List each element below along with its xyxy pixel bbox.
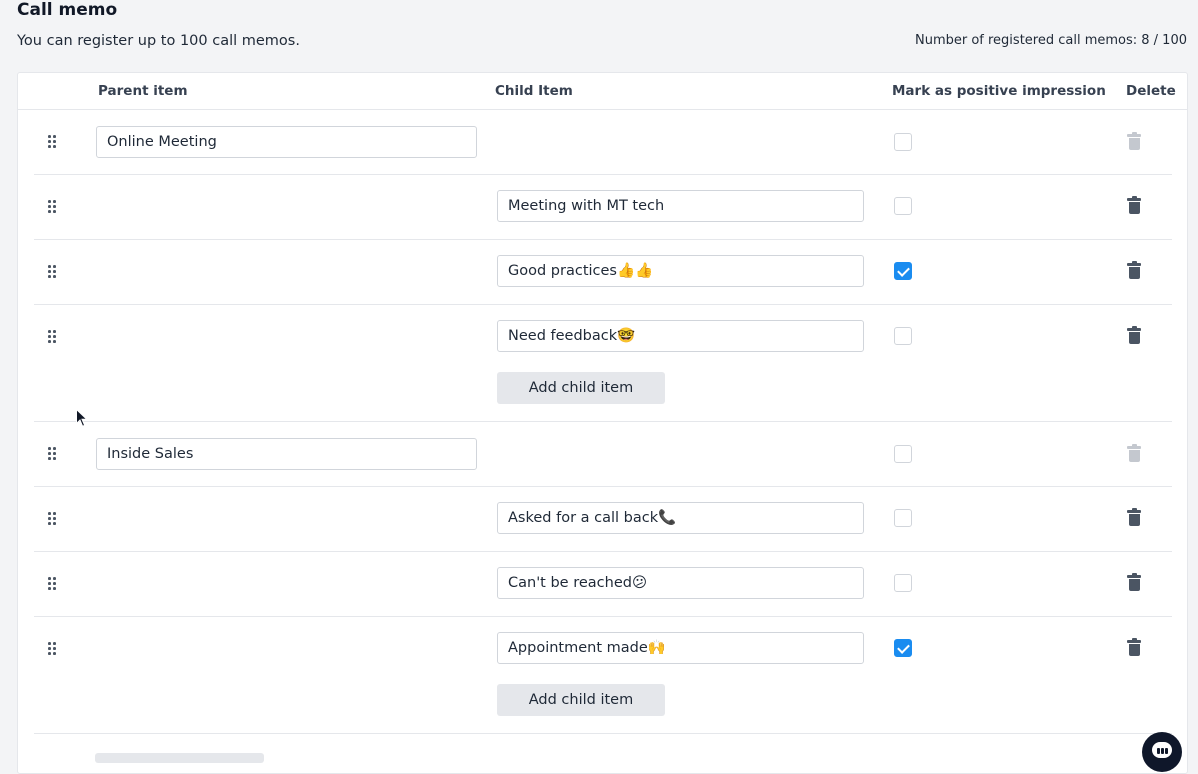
add-child-item-button[interactable]: Add child item [497, 372, 665, 404]
positive-impression-checkbox[interactable] [894, 327, 912, 345]
child-row: Can't be reached😕 [34, 552, 1172, 617]
add-parent-item-button[interactable] [95, 753, 264, 763]
drag-handle-icon[interactable] [48, 642, 58, 656]
positive-impression-checkbox[interactable] [894, 133, 912, 151]
trash-icon [1127, 132, 1141, 150]
trash-icon[interactable] [1127, 326, 1141, 344]
child-item-input[interactable]: Meeting with MT tech [497, 190, 864, 222]
positive-impression-checkbox[interactable] [894, 262, 912, 280]
chat-icon[interactable] [1142, 732, 1182, 772]
child-row: Meeting with MT tech [34, 175, 1172, 240]
positive-impression-checkbox[interactable] [894, 445, 912, 463]
header-parent-item: Parent item [98, 83, 188, 99]
parent-item-input[interactable]: Inside Sales [96, 438, 477, 470]
child-item-input[interactable]: Good practices👍👍 [497, 255, 864, 287]
header-child-item: Child Item [495, 83, 573, 99]
drag-handle-icon[interactable] [48, 447, 58, 461]
drag-handle-icon[interactable] [48, 135, 58, 149]
positive-impression-checkbox[interactable] [894, 197, 912, 215]
page-title: Call memo [17, 0, 118, 20]
call-memo-table: Parent item Child Item Mark as positive … [17, 72, 1188, 774]
child-row: Good practices👍👍 [34, 240, 1172, 305]
trash-icon[interactable] [1127, 261, 1141, 279]
child-row: Need feedback🤓 Add child item [34, 305, 1172, 422]
header-positive-impression: Mark as positive impression [892, 83, 1106, 99]
header-delete: Delete [1126, 83, 1176, 99]
drag-handle-icon[interactable] [48, 512, 58, 526]
memo-count: Number of registered call memos: 8 / 100 [914, 33, 1187, 48]
drag-handle-icon[interactable] [48, 330, 58, 344]
parent-row: Inside Sales [34, 422, 1172, 487]
drag-handle-icon[interactable] [48, 577, 58, 591]
drag-handle-icon[interactable] [48, 200, 58, 214]
child-item-input[interactable]: Can't be reached😕 [497, 567, 864, 599]
page-subtitle: You can register up to 100 call memos. [17, 33, 300, 49]
positive-impression-checkbox[interactable] [894, 574, 912, 592]
child-row: Asked for a call back📞 [34, 487, 1172, 552]
drag-handle-icon[interactable] [48, 265, 58, 279]
positive-impression-checkbox[interactable] [894, 639, 912, 657]
parent-row: Online Meeting [34, 110, 1172, 175]
trash-icon[interactable] [1127, 573, 1141, 591]
trash-icon[interactable] [1127, 508, 1141, 526]
trash-icon [1127, 444, 1141, 462]
add-child-item-button[interactable]: Add child item [497, 684, 665, 716]
trash-icon[interactable] [1127, 196, 1141, 214]
child-item-input[interactable]: Need feedback🤓 [497, 320, 864, 352]
child-item-input[interactable]: Appointment made🙌 [497, 632, 864, 664]
parent-item-input[interactable]: Online Meeting [96, 126, 477, 158]
trash-icon[interactable] [1127, 638, 1141, 656]
positive-impression-checkbox[interactable] [894, 509, 912, 527]
child-row: Appointment made🙌 Add child item [34, 617, 1172, 734]
mouse-cursor [76, 409, 88, 427]
child-item-input[interactable]: Asked for a call back📞 [497, 502, 864, 534]
